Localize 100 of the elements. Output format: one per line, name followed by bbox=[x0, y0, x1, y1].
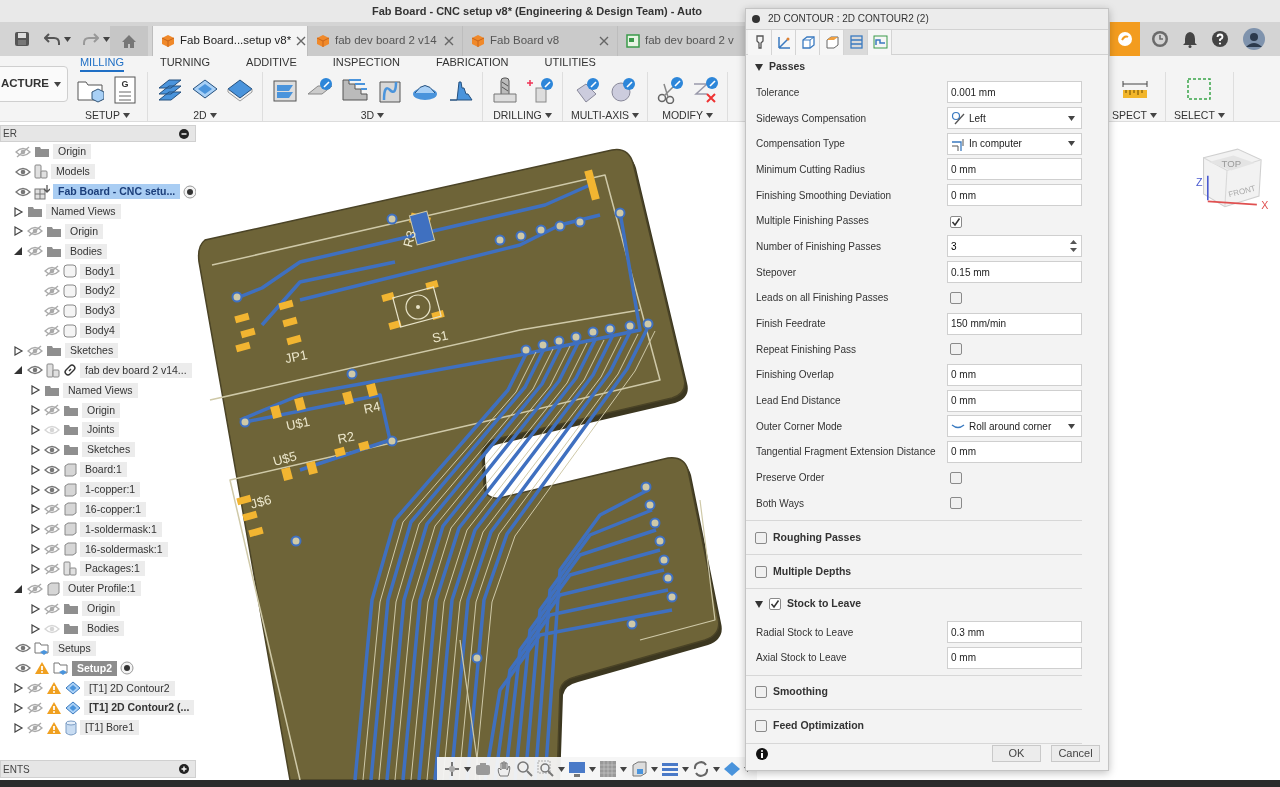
dialog-tab[interactable] bbox=[868, 29, 892, 55]
expand-arrow-icon[interactable] bbox=[29, 544, 41, 555]
expand-arrow-icon[interactable] bbox=[29, 464, 41, 475]
expand-arrow-icon[interactable] bbox=[29, 405, 41, 416]
dropdown[interactable]: In computer bbox=[947, 132, 1082, 155]
checkbox[interactable] bbox=[950, 497, 962, 510]
caret-icon[interactable] bbox=[651, 766, 658, 772]
tree-item[interactable]: Joints bbox=[82, 422, 120, 438]
zoom-icon[interactable] bbox=[516, 760, 534, 778]
tree-item[interactable]: Origin bbox=[53, 144, 91, 160]
checkbox[interactable] bbox=[755, 686, 767, 699]
home-icon[interactable] bbox=[121, 33, 137, 49]
expand-arrow-icon[interactable] bbox=[12, 206, 24, 217]
expand-arrow-icon[interactable] bbox=[29, 484, 41, 495]
caret-icon[interactable] bbox=[682, 766, 689, 772]
caret-icon[interactable] bbox=[464, 766, 471, 772]
avatar-icon[interactable] bbox=[1243, 28, 1265, 50]
tree-item[interactable]: Sketches bbox=[82, 442, 136, 458]
tree-item[interactable]: Body1 bbox=[80, 263, 120, 279]
tree-item[interactable]: Body4 bbox=[80, 323, 120, 339]
input-field[interactable]: 0 mm bbox=[947, 363, 1082, 386]
tree-item[interactable]: Bodies bbox=[82, 621, 125, 637]
caret-icon[interactable] bbox=[1068, 423, 1075, 429]
orbit-icon[interactable] bbox=[443, 760, 461, 778]
expand-arrow-icon[interactable] bbox=[29, 524, 41, 535]
tree-item[interactable]: Board:1 bbox=[80, 462, 127, 478]
workspace-dropdown[interactable]: ACTURE bbox=[0, 66, 68, 102]
input-field[interactable]: 0.001 mm bbox=[947, 81, 1082, 104]
close-icon[interactable] bbox=[599, 36, 609, 46]
close-icon[interactable] bbox=[444, 36, 454, 46]
ribbon-tab[interactable]: ADDITIVE bbox=[246, 56, 297, 72]
caret-icon[interactable] bbox=[64, 36, 72, 42]
checkbox[interactable] bbox=[755, 565, 767, 578]
expand-arrow-icon[interactable] bbox=[29, 504, 41, 515]
caret-icon[interactable] bbox=[632, 112, 640, 118]
group-menu[interactable]: 2D bbox=[193, 109, 217, 121]
zoom-window-icon[interactable] bbox=[537, 760, 555, 778]
input-field[interactable]: 0 mm bbox=[947, 389, 1082, 412]
caret-icon[interactable] bbox=[122, 112, 130, 118]
radio-icon[interactable] bbox=[120, 661, 134, 676]
expand-arrow-icon[interactable] bbox=[12, 226, 24, 237]
checkbox[interactable] bbox=[755, 531, 767, 544]
expand-arrow-icon[interactable] bbox=[29, 603, 41, 614]
save-icon[interactable] bbox=[14, 31, 30, 47]
expand-arrow-icon[interactable] bbox=[29, 623, 41, 634]
expand-arrow-icon[interactable] bbox=[29, 563, 41, 574]
caret-icon[interactable] bbox=[1217, 112, 1225, 118]
caret-icon[interactable] bbox=[558, 766, 565, 772]
dropdown[interactable]: Left bbox=[947, 107, 1082, 130]
dialog-button[interactable]: OK bbox=[992, 745, 1041, 763]
input-field[interactable]: 0.15 mm bbox=[947, 261, 1082, 284]
ribbon-tab[interactable]: TURNING bbox=[159, 56, 211, 72]
clock-icon[interactable] bbox=[1151, 30, 1169, 48]
group-menu[interactable]: SETUP bbox=[84, 109, 130, 121]
tree-item[interactable]: Named Views bbox=[63, 382, 138, 398]
caret-icon[interactable] bbox=[706, 112, 713, 118]
expand-arrow-icon[interactable] bbox=[29, 444, 41, 455]
expand-arrow-icon[interactable] bbox=[12, 683, 24, 694]
bell-icon[interactable] bbox=[1183, 30, 1197, 48]
drill-icon[interactable] bbox=[490, 76, 519, 104]
help-icon[interactable] bbox=[1211, 30, 1229, 48]
expand-arrow-icon[interactable] bbox=[12, 703, 24, 713]
eye-icon[interactable] bbox=[15, 185, 31, 198]
caret-icon[interactable] bbox=[209, 112, 217, 118]
input-field[interactable]: 0 mm bbox=[947, 646, 1082, 669]
expand-arrow-icon[interactable] bbox=[12, 722, 24, 733]
dialog-tab[interactable] bbox=[844, 29, 868, 55]
eye-icon[interactable] bbox=[15, 642, 31, 655]
group-menu[interactable]: MODIFY bbox=[662, 109, 713, 121]
tree-item[interactable]: [T1] Bore1 bbox=[80, 720, 140, 736]
rotate-arrows-icon[interactable] bbox=[692, 760, 710, 778]
group-menu[interactable]: MULTI-AXIS bbox=[570, 109, 640, 121]
eye-icon[interactable] bbox=[15, 662, 31, 675]
caret-icon[interactable] bbox=[377, 112, 385, 118]
checkbox[interactable] bbox=[950, 471, 962, 484]
dialog-tab[interactable] bbox=[796, 29, 820, 55]
caret-icon[interactable] bbox=[620, 766, 627, 772]
tree-item[interactable]: Models bbox=[51, 164, 95, 180]
dialog-tab[interactable] bbox=[772, 29, 796, 55]
document-tab[interactable]: Fab Board...setup v8* bbox=[152, 26, 307, 56]
input-field[interactable]: 150 mm/min bbox=[947, 312, 1082, 335]
eye-crossed-icon[interactable] bbox=[44, 265, 60, 278]
document-tab[interactable]: fab dev board 2 v14 bbox=[307, 26, 462, 56]
eye-icon[interactable] bbox=[44, 443, 60, 456]
tree-item[interactable]: Bodies bbox=[65, 243, 108, 259]
checkbox[interactable] bbox=[950, 291, 962, 304]
expand-arrow-icon[interactable] bbox=[29, 385, 41, 396]
hand-icon[interactable] bbox=[495, 760, 513, 778]
dropdown[interactable]: Roll around corner bbox=[947, 415, 1082, 438]
caret-icon[interactable] bbox=[1068, 141, 1075, 147]
caret-icon[interactable] bbox=[53, 81, 61, 87]
tree-item[interactable]: 1-soldermask:1 bbox=[80, 521, 162, 537]
eye-icon[interactable] bbox=[44, 463, 60, 476]
input-field[interactable]: 0.3 mm bbox=[947, 621, 1082, 644]
input-field[interactable]: 0 mm bbox=[947, 184, 1082, 207]
scissors-icon[interactable] bbox=[656, 76, 685, 104]
tree-item[interactable]: 16-soldermask:1 bbox=[80, 541, 168, 557]
tree-item[interactable]: Outer Profile:1 bbox=[63, 581, 141, 597]
collapse-triangle-icon[interactable] bbox=[755, 600, 763, 608]
checkbox[interactable] bbox=[950, 343, 962, 356]
